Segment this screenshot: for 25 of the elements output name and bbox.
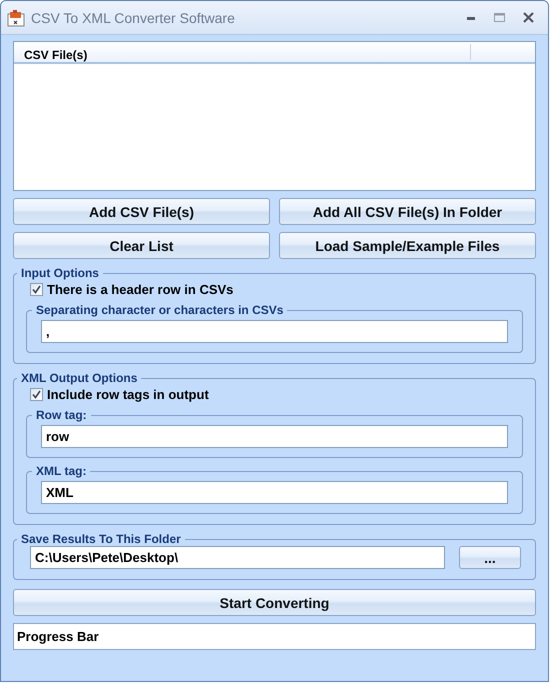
action-button[interactable]: Load Sample/Example Files <box>279 232 536 259</box>
group-title: XML tag: <box>35 464 88 478</box>
action-button[interactable]: Add All CSV File(s) In Folder <box>279 198 536 225</box>
app-icon <box>7 8 25 26</box>
window-title: CSV To XML Converter Software <box>31 10 236 26</box>
checkbox[interactable] <box>30 388 43 401</box>
checkbox-label: There is a header row in CSVs <box>47 282 234 297</box>
group-title: Separating character or characters in CSVs <box>35 303 284 317</box>
checkbox-label: Include row tags in output <box>47 387 209 402</box>
start-button[interactable]: Start Converting <box>13 589 536 616</box>
input-field[interactable]: , <box>41 320 508 343</box>
checkbox[interactable] <box>30 283 43 296</box>
input-field[interactable]: XML <box>41 481 508 504</box>
action-button[interactable]: Add CSV File(s) <box>13 198 270 225</box>
close-icon[interactable] <box>523 12 534 23</box>
browse-button[interactable]: ... <box>459 546 521 569</box>
group-title: XML Output Options <box>20 371 138 385</box>
input-field[interactable]: row <box>41 425 508 448</box>
group-title: Save Results To This Folder <box>20 532 182 546</box>
group-title: Input Options <box>20 266 100 280</box>
minimize-icon[interactable] <box>467 16 476 20</box>
group-title: Row tag: <box>35 408 88 422</box>
input-field[interactable]: C:\Users\Pete\Desktop\ <box>30 546 445 569</box>
action-button[interactable]: Clear List <box>13 232 270 259</box>
file-list[interactable]: CSV File(s) <box>13 41 536 191</box>
